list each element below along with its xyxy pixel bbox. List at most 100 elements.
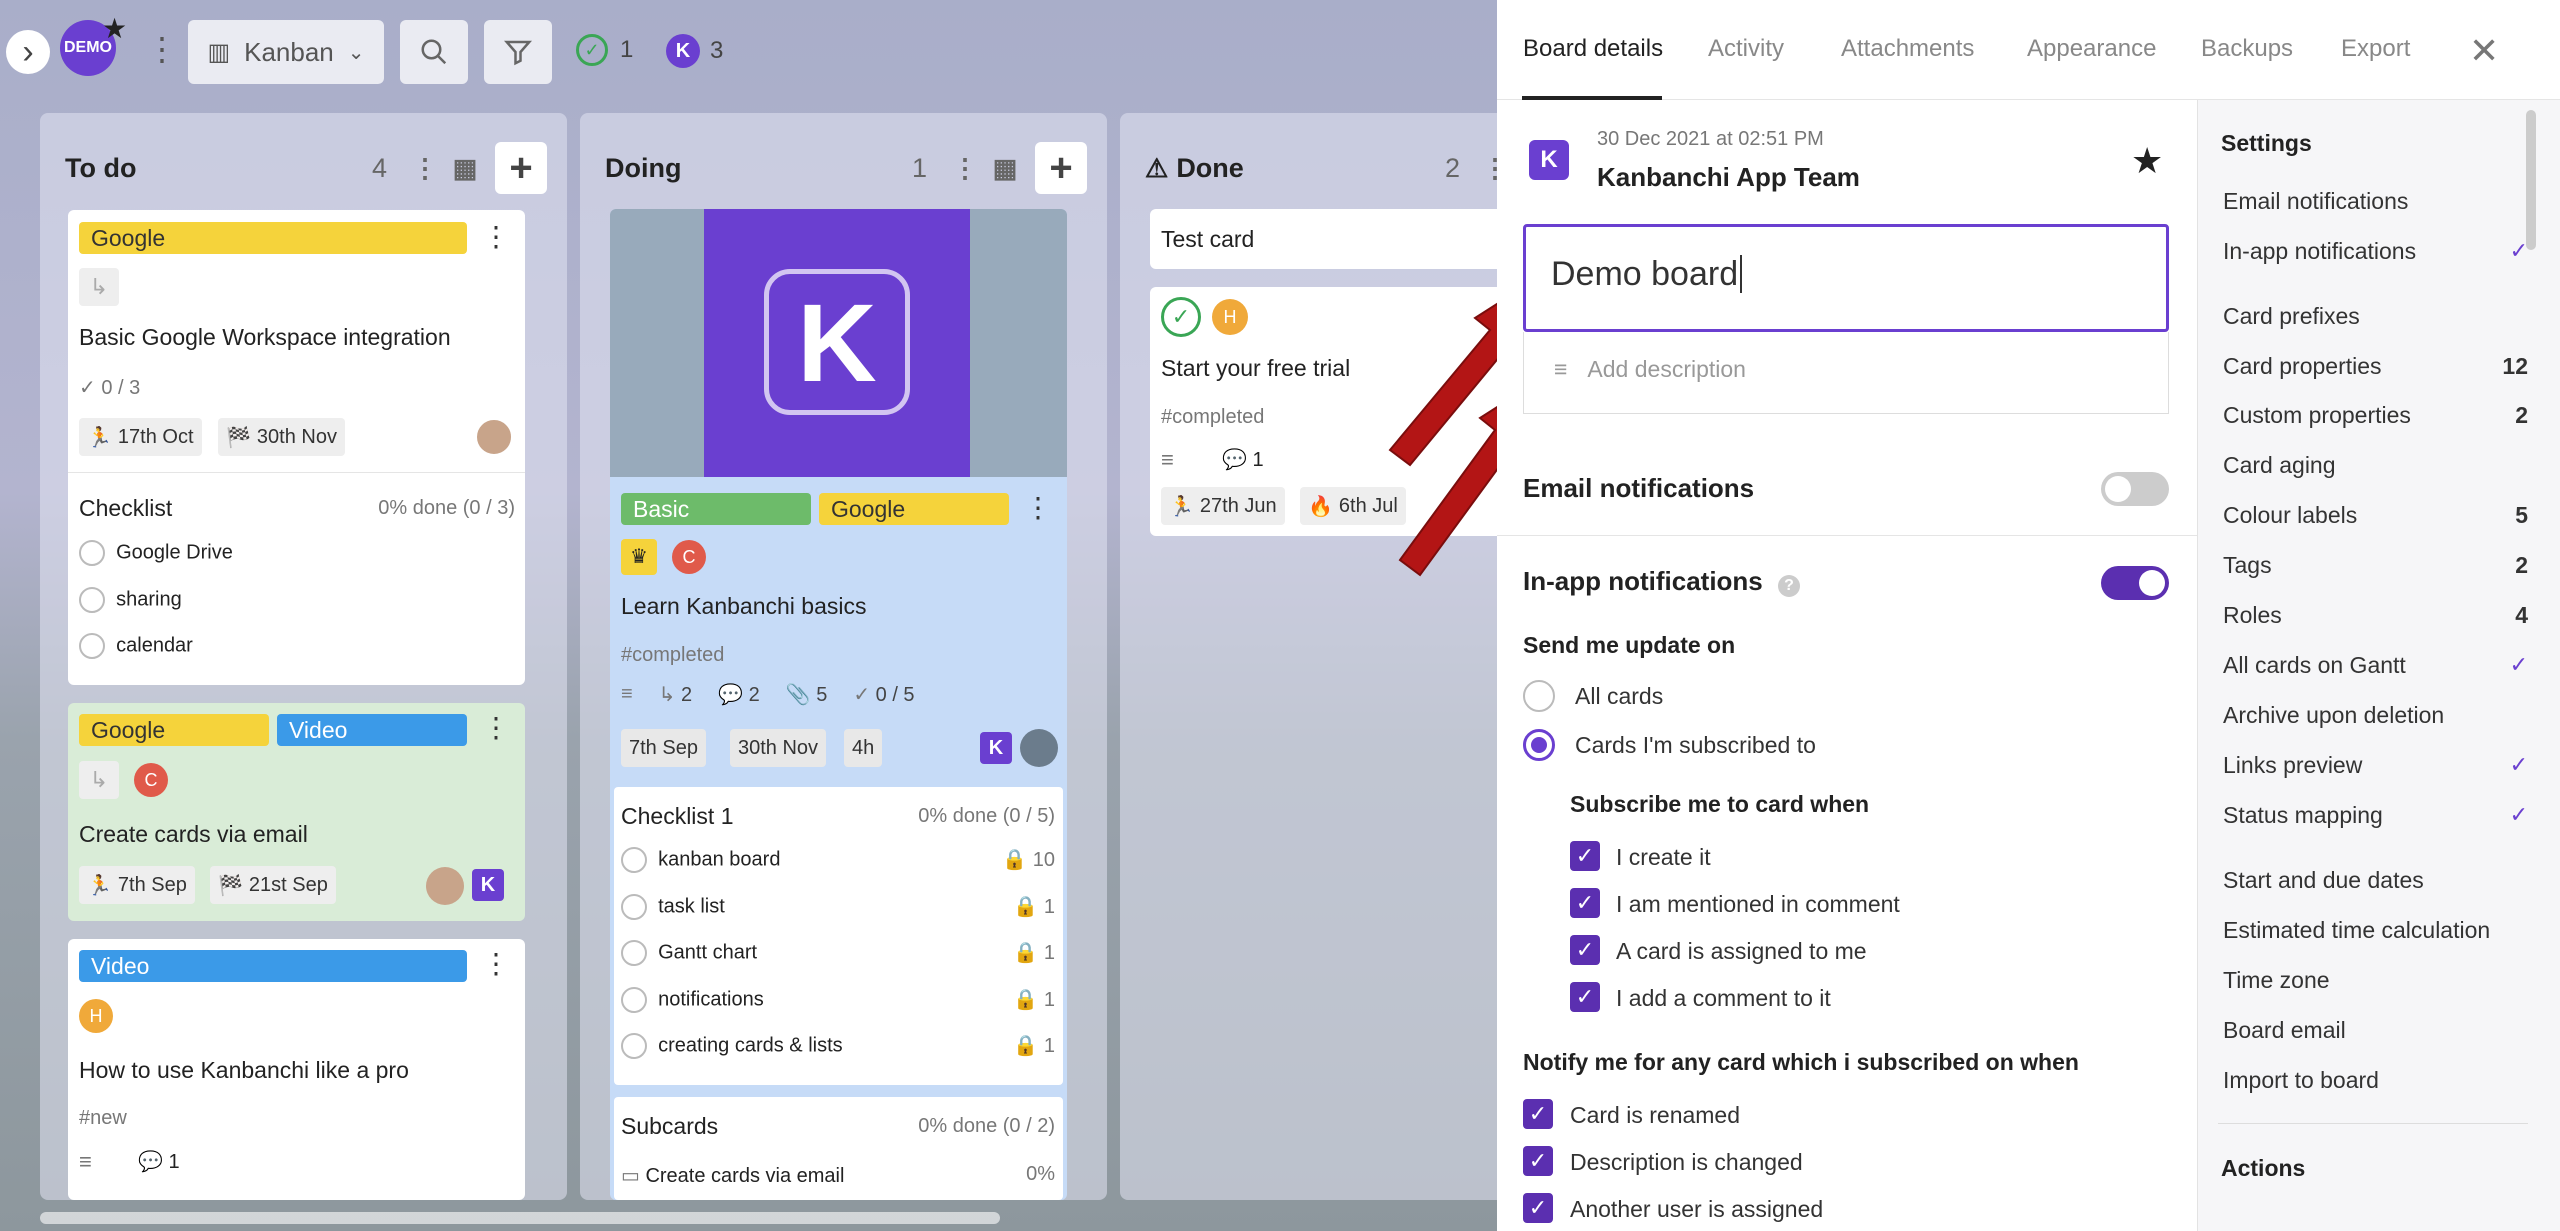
card-google-workspace[interactable]: Google ⋮ ↳ Basic Google Workspace integr… [68, 210, 525, 685]
tab-appearance[interactable]: Appearance [2027, 35, 2156, 63]
user-avatar [1020, 729, 1058, 767]
due-date-chip[interactable]: 🏁 30th Nov [218, 418, 345, 456]
checkbox-checked-icon[interactable]: ✓ [1523, 1193, 1553, 1223]
checklist-item[interactable]: Google Drive [79, 540, 233, 566]
card-menu-icon[interactable]: ⋮ [482, 711, 510, 744]
checkbox-checked-icon[interactable]: ✓ [1570, 935, 1600, 965]
card-menu-icon[interactable]: ⋮ [482, 220, 510, 253]
email-notifications-label: Email notifications [1523, 473, 1755, 503]
add-card-button[interactable]: + [495, 142, 547, 194]
tab-backups[interactable]: Backups [2201, 35, 2293, 63]
list-doing: Doing 1 ⋮ ▦ + K Basic Google ⋮ ♛ C Learn… [580, 113, 1107, 1200]
start-date-chip[interactable]: 🏃 27th Jun [1161, 487, 1285, 525]
start-date-chip[interactable]: 7th Sep [621, 729, 706, 767]
settings-item[interactable]: Time zone [2223, 967, 2528, 994]
settings-scrollbar[interactable] [2526, 110, 2536, 250]
radio-all-cards[interactable]: All cards [1523, 680, 1663, 712]
team-counter[interactable]: K 3 [666, 34, 723, 68]
cover-image: K [704, 209, 970, 477]
settings-item[interactable]: Card properties 12 [2223, 353, 2528, 380]
card-learn-basics[interactable]: K Basic Google ⋮ ♛ C Learn Kanbanchi bas… [610, 209, 1067, 1200]
radio-selected-icon[interactable] [1523, 729, 1555, 761]
settings-item[interactable]: All cards on Gantt ✓ [2223, 652, 2528, 679]
radio-empty-icon[interactable] [621, 940, 647, 966]
radio-empty-icon[interactable] [79, 633, 105, 659]
board-name-input[interactable]: Demo board [1523, 224, 2169, 332]
star-icon[interactable]: ★ [2131, 140, 2163, 182]
list-menu-icon[interactable]: ⋮ [405, 148, 445, 188]
due-date-chip[interactable]: 30th Nov [730, 729, 827, 767]
close-icon[interactable]: ✕ [2469, 30, 2499, 72]
settings-item[interactable]: In-app notifications ✓ [2223, 238, 2528, 265]
search-button[interactable] [400, 20, 468, 84]
checklist-item[interactable]: task list [621, 894, 725, 920]
radio-empty-icon[interactable] [79, 540, 105, 566]
star-icon[interactable]: ★ [102, 12, 127, 45]
add-card-button[interactable]: + [1035, 142, 1087, 194]
help-icon[interactable]: ? [1778, 575, 1800, 597]
radio-empty-icon[interactable] [621, 1033, 647, 1059]
user-avatar [426, 867, 464, 905]
checklist-item[interactable]: creating cards & lists [621, 1033, 843, 1059]
email-notifications-toggle[interactable] [2101, 472, 2169, 506]
radio-empty-icon[interactable] [621, 987, 647, 1013]
view-switcher-button[interactable]: ▥ Kanban ⌄ [188, 20, 384, 84]
filter-button[interactable] [484, 20, 552, 84]
card-menu-icon[interactable]: ⋮ [1024, 491, 1052, 524]
settings-item[interactable]: Status mapping ✓ [2223, 802, 2528, 829]
checklist-item[interactable]: notifications [621, 987, 764, 1013]
subscribe-option: A card is assigned to me [1616, 938, 1867, 964]
settings-item[interactable]: Estimated time calculation [2223, 917, 2528, 944]
list-view-icon[interactable]: ▦ [445, 148, 485, 188]
tab-attachments[interactable]: Attachments [1841, 35, 1974, 63]
checkbox-checked-icon[interactable]: ✓ [1570, 982, 1600, 1012]
settings-item[interactable]: Archive upon deletion [2223, 702, 2528, 729]
card-create-via-email[interactable]: Google Video ⋮ ↳ C Create cards via emai… [68, 703, 525, 921]
checkbox-checked-icon[interactable]: ✓ [1523, 1099, 1553, 1129]
tab-activity[interactable]: Activity [1708, 35, 1784, 63]
list-todo: To do 4 ⋮ ▦ + Google ⋮ ↳ Basic Google Wo… [40, 113, 567, 1200]
settings-item[interactable]: Email notifications [2223, 188, 2528, 215]
checkbox-checked-icon[interactable]: ✓ [1523, 1146, 1553, 1176]
expand-sidebar-button[interactable]: › [6, 30, 50, 74]
start-date-chip[interactable]: 🏃 7th Sep [79, 866, 195, 904]
tab-export[interactable]: Export [2341, 35, 2410, 63]
board-menu-icon[interactable]: ⋮ [146, 30, 178, 68]
subcard-item[interactable]: ▭ Create cards via email [621, 1163, 844, 1188]
radio-empty-icon[interactable] [79, 587, 105, 613]
settings-item[interactable]: Links preview ✓ [2223, 752, 2528, 779]
checkbox-checked-icon[interactable]: ✓ [1570, 888, 1600, 918]
settings-item[interactable]: Card prefixes [2223, 303, 2528, 330]
checklist-item[interactable]: sharing [79, 587, 182, 613]
list-menu-icon[interactable]: ⋮ [945, 148, 985, 188]
settings-item[interactable]: Tags 2 [2223, 552, 2528, 579]
settings-item[interactable]: Roles 4 [2223, 602, 2528, 629]
start-date-chip[interactable]: 🏃 17th Oct [79, 418, 202, 456]
board-horizontal-scrollbar[interactable] [40, 1212, 1000, 1224]
radio-subscribed-cards[interactable]: Cards I'm subscribed to [1523, 729, 1816, 761]
card-menu-icon[interactable]: ⋮ [482, 947, 510, 980]
item-weight: 🔒 10 [1002, 849, 1055, 871]
settings-item[interactable]: Board email [2223, 1017, 2528, 1044]
estimate-chip[interactable]: 4h [844, 729, 883, 767]
settings-item[interactable]: Custom properties 2 [2223, 402, 2528, 429]
card-kanbanchi-pro[interactable]: Video ⋮ H How to use Kanbanchi like a pr… [68, 939, 525, 1200]
check-icon: ✓ [79, 377, 102, 399]
radio-empty-icon[interactable] [621, 894, 647, 920]
radio-empty-icon[interactable] [621, 847, 647, 873]
checklist-item[interactable]: Gantt chart [621, 940, 757, 966]
list-view-icon[interactable]: ▦ [985, 148, 1025, 188]
due-date-chip[interactable]: 🏁 21st Sep [210, 866, 336, 904]
inapp-notifications-toggle[interactable] [2101, 566, 2169, 600]
settings-item[interactable]: Start and due dates [2223, 867, 2528, 894]
checklist-item[interactable]: kanban board [621, 847, 780, 873]
checkbox-checked-icon[interactable]: ✓ [1570, 841, 1600, 871]
radio-empty-icon[interactable] [1523, 680, 1555, 712]
description-input[interactable]: ≡ Add description [1523, 332, 2169, 414]
settings-item[interactable]: Import to board [2223, 1067, 2528, 1094]
settings-item[interactable]: Card aging [2223, 452, 2528, 479]
settings-item[interactable]: Colour labels 5 [2223, 502, 2528, 529]
checklist-item[interactable]: calendar [79, 633, 193, 659]
tab-board-details[interactable]: Board details [1523, 35, 1663, 63]
done-counter[interactable]: ✓ 1 [576, 34, 633, 66]
